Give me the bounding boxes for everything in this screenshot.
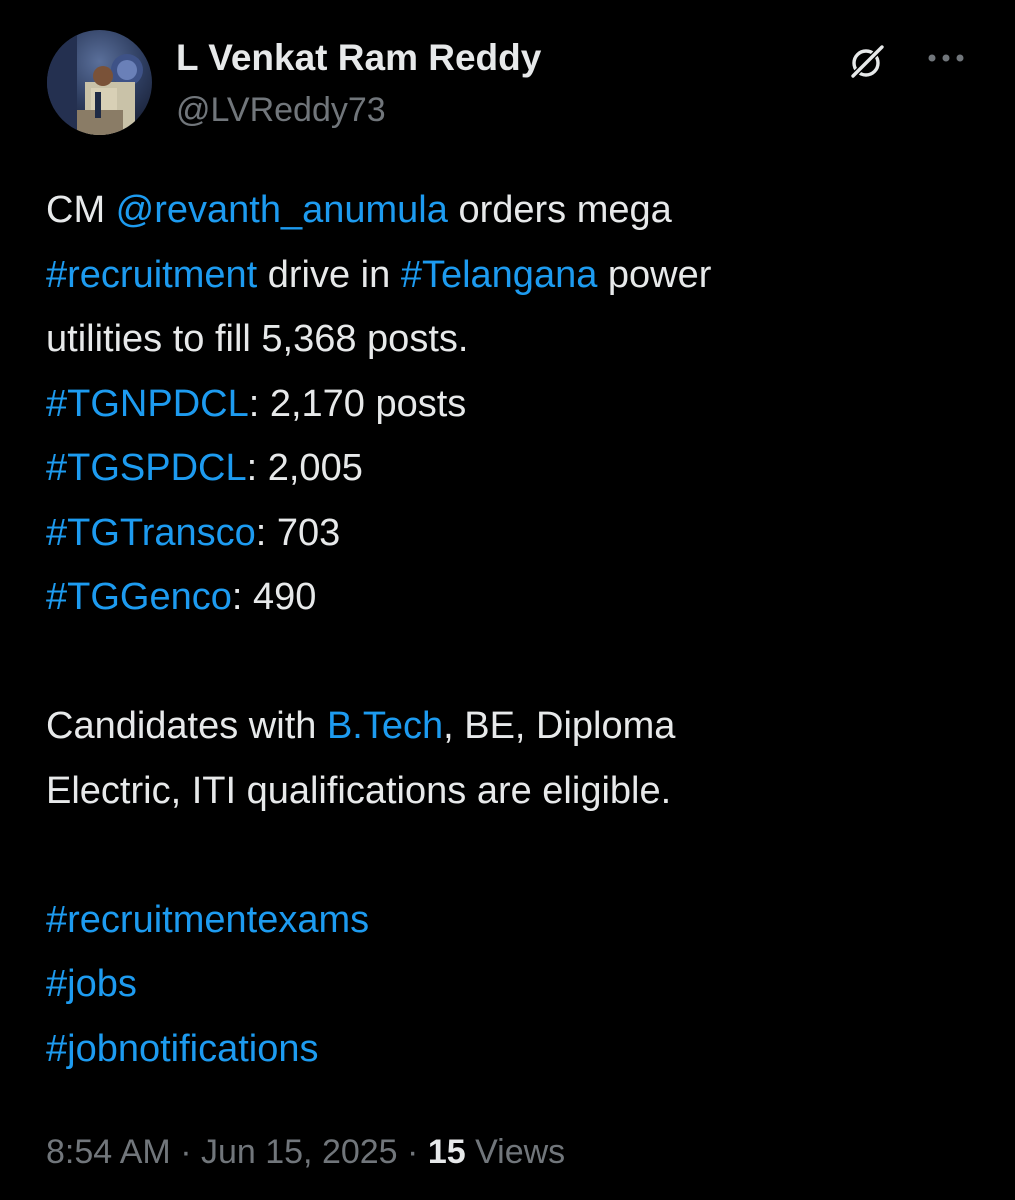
tweet: L Venkat Ram Reddy @LVReddy73 CM @revant… [0, 0, 1015, 1200]
separator: · [170, 1133, 201, 1171]
separator: · [397, 1133, 428, 1171]
tweet-line: Electric, ITI qualifications are eligibl… [46, 759, 976, 824]
text-segment: drive in [257, 253, 401, 296]
profile-photo-icon [47, 30, 152, 135]
hashtag-link[interactable]: #recruitmentexams [46, 899, 369, 941]
hashtag-link[interactable]: #TGNPDCL [46, 383, 249, 425]
hashtag-link[interactable]: #TGGenco [46, 576, 232, 618]
tweet-line: #jobnotifications [46, 1017, 976, 1082]
tweet-line: Candidates with B.Tech, BE, Diploma [46, 694, 976, 759]
hashtag-link[interactable]: #jobnotifications [46, 1028, 319, 1070]
more-options-icon[interactable] [924, 44, 968, 72]
tweet-line: CM @revanth_anumula orders mega [46, 178, 976, 243]
tweet-text: CM @revanth_anumula orders mega #recruit… [46, 178, 976, 1081]
tweet-line: #TGGenco: 490 [46, 565, 976, 630]
text-segment: : 703 [255, 511, 341, 554]
text-segment: Candidates with [46, 705, 327, 747]
hashtag-link[interactable]: #Telangana [401, 254, 598, 296]
tweet-line: utilities to fill 5,368 posts. [46, 307, 976, 372]
timestamp-date[interactable]: Jun 15, 2025 [201, 1133, 398, 1171]
tweet-meta: 8:54 AM · Jun 15, 2025 · 15 Views [46, 1128, 565, 1176]
avatar[interactable] [47, 30, 152, 135]
text-segment: , BE, Diploma [443, 705, 676, 747]
tweet-line: #TGTransco: 703 [46, 501, 976, 566]
views-count: 15 [427, 1133, 466, 1171]
tweet-line: #jobs [46, 952, 976, 1017]
author-display-name[interactable]: L Venkat Ram Reddy [176, 36, 541, 80]
text-segment: utilities to fill 5,368 posts. [46, 318, 469, 360]
text-segment: : 2,170 posts [248, 382, 467, 425]
author-handle[interactable]: @LVReddy73 [176, 90, 386, 130]
text-segment: orders mega [447, 189, 672, 231]
text-segment: Electric, ITI qualifications are eligibl… [46, 769, 672, 812]
text-segment: CM [46, 189, 116, 231]
grok-icon[interactable] [848, 43, 886, 81]
text-segment: : 2,005 [246, 447, 363, 489]
tweet-line: #recruitment drive in #Telangana power [46, 243, 976, 308]
views-label: Views [465, 1133, 566, 1171]
hashtag-link[interactable]: #TGSPDCL [46, 447, 247, 489]
tweet-line: #recruitmentexams [46, 888, 976, 953]
timestamp-time[interactable]: 8:54 AM [46, 1133, 171, 1171]
mention-link[interactable]: @revanth_anumula [116, 189, 448, 231]
hashtag-link[interactable]: #recruitment [46, 254, 257, 296]
hashtag-link[interactable]: #TGTransco [46, 512, 256, 554]
tweet-line: #TGNPDCL: 2,170 posts [46, 372, 976, 437]
url-link[interactable]: B.Tech [327, 705, 443, 747]
text-segment: : 490 [231, 576, 317, 618]
text-segment: power [597, 253, 712, 296]
hashtag-link[interactable]: #jobs [46, 963, 137, 1005]
tweet-line: #TGSPDCL: 2,005 [46, 436, 976, 501]
